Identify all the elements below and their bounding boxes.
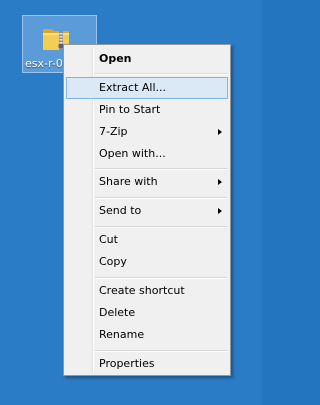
menu-separator (95, 350, 227, 352)
menu-item-label: Pin to Start (99, 103, 161, 116)
menu-item-label: Rename (99, 328, 145, 341)
menu-item-label: Copy (99, 255, 127, 268)
menu-item-create-shortcut[interactable]: Create shortcut (66, 280, 228, 302)
menu-item-open-with[interactable]: Open with... (66, 143, 228, 165)
menu-item-delete[interactable]: Delete (66, 302, 228, 324)
menu-separator (95, 226, 227, 228)
submenu-arrow-icon (218, 179, 222, 185)
menu-item-label: 7-Zip (99, 125, 128, 138)
menu-item-extract-all[interactable]: Extract All... (66, 77, 228, 99)
menu-item-copy[interactable]: Copy (66, 251, 228, 273)
menu-item-label: Share with (99, 175, 158, 188)
menu-item-label: Extract All... (99, 81, 167, 94)
submenu-arrow-icon (218, 129, 222, 135)
menu-item-7-zip[interactable]: 7-Zip (66, 121, 228, 143)
menu-item-label: Cut (99, 233, 118, 246)
menu-item-rename[interactable]: Rename (66, 324, 228, 346)
menu-item-label: Create shortcut (99, 284, 185, 297)
menu-item-label: Open (99, 52, 132, 65)
menu-item-pin-to-start[interactable]: Pin to Start (66, 99, 228, 121)
menu-separator (95, 168, 227, 170)
menu-item-label: Properties (99, 357, 155, 370)
menu-item-share-with[interactable]: Share with (66, 171, 228, 193)
menu-item-label: Open with... (99, 147, 166, 160)
menu-separator (95, 277, 227, 279)
menu-separator (95, 197, 227, 199)
submenu-arrow-icon (218, 208, 222, 214)
context-menu: Open Extract All... Pin to Start 7-Zip O… (63, 44, 231, 376)
desktop-background[interactable]: esx-r-0 Open Extract All... Pin to Start… (0, 0, 262, 405)
menu-item-properties[interactable]: Properties (66, 353, 228, 375)
menu-item-label: Delete (99, 306, 136, 319)
menu-item-cut[interactable]: Cut (66, 229, 228, 251)
menu-item-label: Send to (99, 204, 142, 217)
menu-separator (95, 73, 227, 75)
menu-item-open[interactable]: Open (66, 48, 228, 70)
menu-item-send-to[interactable]: Send to (66, 200, 228, 222)
